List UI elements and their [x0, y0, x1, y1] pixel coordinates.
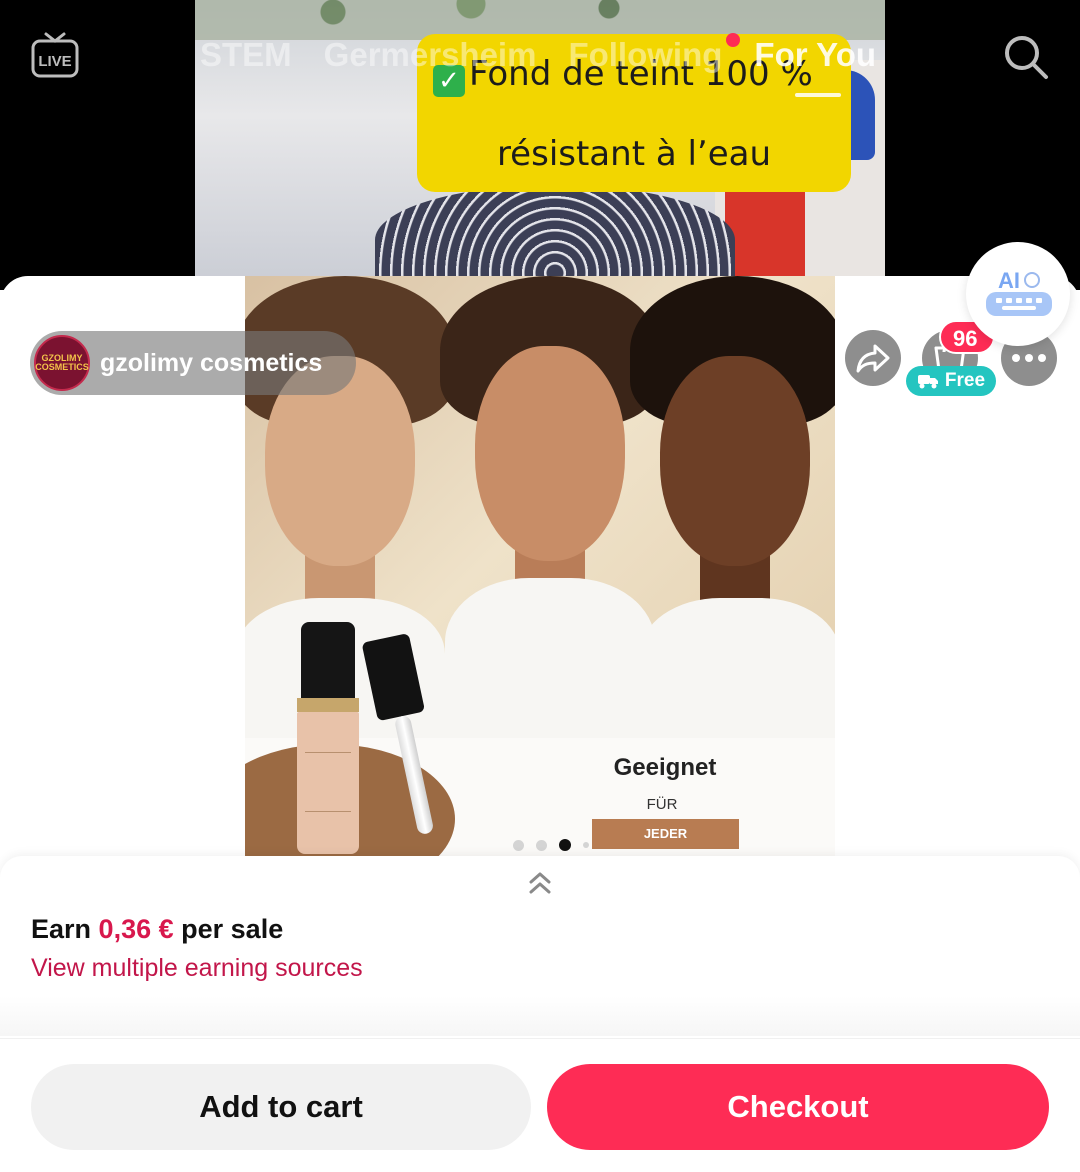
earn-line: Earn 0,36 € per sale [31, 914, 283, 945]
more-icon [1012, 354, 1020, 362]
action-bar: Add to cart Checkout [0, 1038, 1080, 1172]
tab-for-you[interactable]: For You [754, 36, 876, 76]
product-sheet: Geeignet FÜR JEDER GZOLIMY COSMETICS gzo… [0, 276, 1080, 1172]
shop-avatar[interactable]: GZOLIMY COSMETICS [34, 335, 90, 391]
video-scarf [375, 185, 735, 290]
carousel-dot[interactable] [513, 839, 524, 851]
model-right [630, 276, 835, 738]
earning-sources-link[interactable]: View multiple earning sources [31, 954, 363, 983]
image-tag: JEDER [592, 819, 739, 849]
share-icon [856, 344, 890, 373]
earn-suffix: per sale [181, 914, 284, 944]
shop-chip[interactable]: GZOLIMY COSMETICS gzolimy cosmetics [30, 331, 356, 395]
search-icon[interactable] [1003, 34, 1049, 80]
active-tab-indicator [795, 93, 841, 97]
model-center [440, 276, 660, 738]
carousel-dot[interactable] [536, 839, 547, 851]
free-label: Free [944, 370, 986, 391]
shop-name[interactable]: gzolimy cosmetics [100, 349, 322, 378]
live-label: LIVE [38, 53, 71, 70]
carousel-dots [513, 839, 589, 851]
card-fade [0, 996, 1080, 1036]
checkout-button[interactable]: Checkout [547, 1064, 1049, 1150]
feed-tabs: STEM Germersheim Following For You [200, 36, 876, 76]
tab-following[interactable]: Following [568, 36, 722, 76]
add-to-cart-button[interactable]: Add to cart [31, 1064, 531, 1150]
earn-prefix: Earn [31, 914, 92, 944]
foundation-bottle [297, 622, 359, 854]
image-headline: Geeignet [613, 754, 717, 781]
chevron-up-icon[interactable] [526, 868, 554, 898]
carousel-dot-active[interactable] [559, 839, 571, 851]
image-subline: FÜR [646, 796, 678, 813]
truck-icon [917, 375, 938, 389]
video-feed[interactable]: ✓ Fond de teint 100 % résistant à l’eau L… [0, 0, 1080, 290]
ai-assistant-button[interactable]: AI [966, 242, 1070, 346]
tab-germersheim[interactable]: Germersheim [324, 36, 537, 76]
tab-stem[interactable]: STEM [200, 36, 292, 76]
ai-keyboard-icon [986, 272, 1052, 316]
following-notification-dot [726, 33, 740, 47]
free-shipping-badge: Free [906, 366, 996, 396]
caption-line-2: résistant à l’eau [496, 134, 772, 174]
live-icon[interactable]: LIVE [30, 30, 80, 80]
tiktok-shop-screen: ✓ Fond de teint 100 % résistant à l’eau L… [0, 0, 1080, 1172]
carousel-dot[interactable] [583, 842, 589, 848]
earn-amount: 0,36 € [98, 914, 174, 944]
share-button[interactable] [845, 330, 901, 386]
